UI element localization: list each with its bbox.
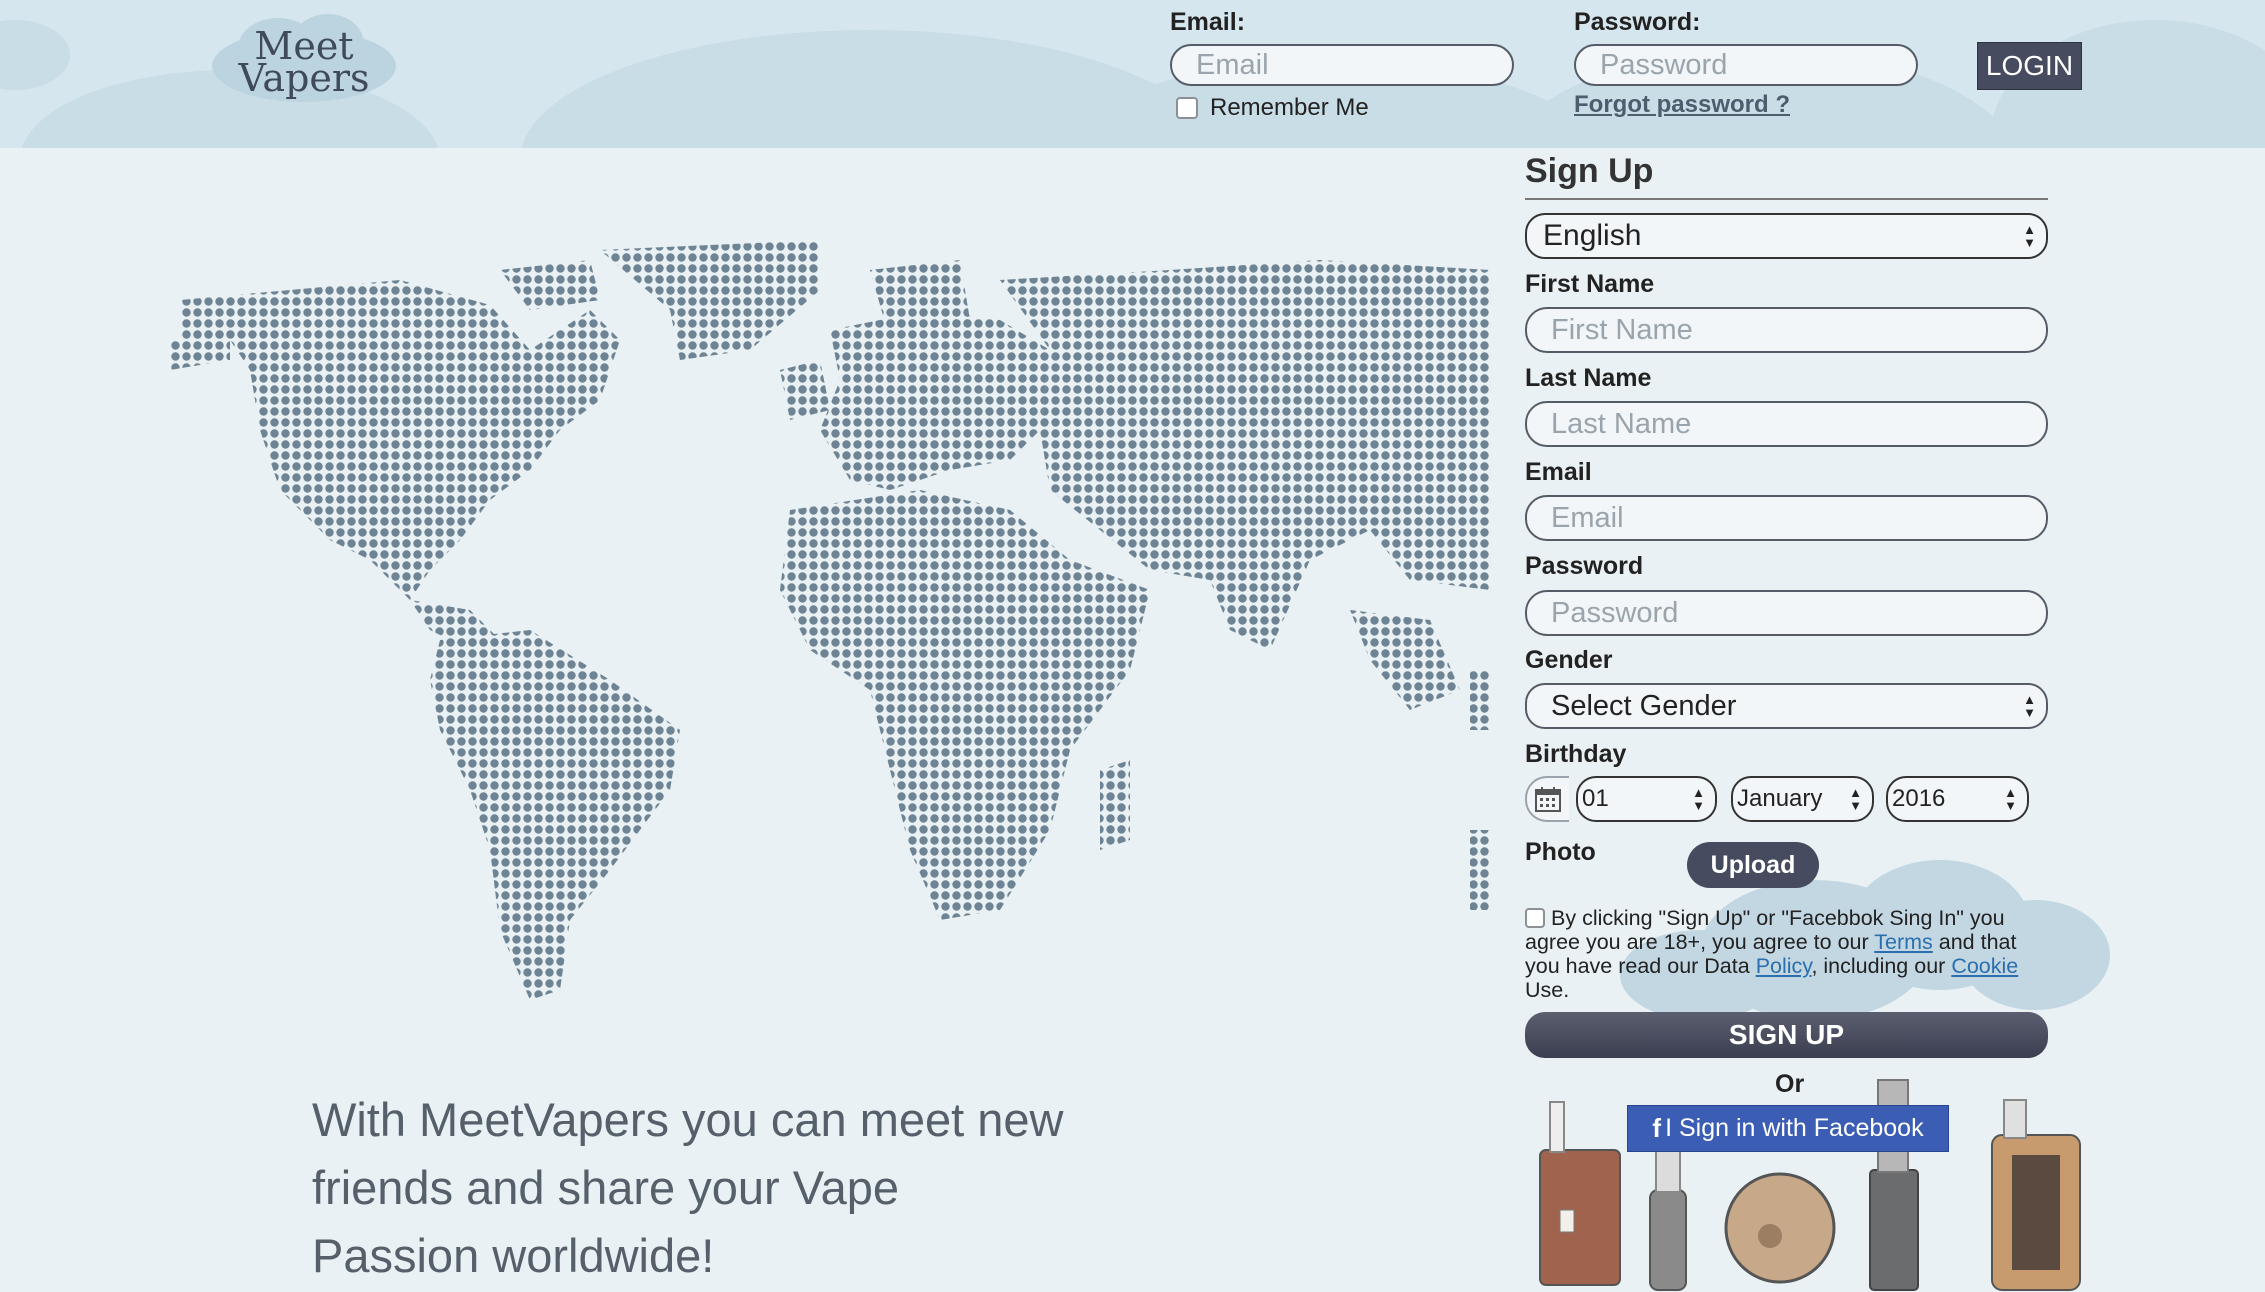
birthday-day-value: 01: [1582, 785, 1609, 812]
birthday-day-select[interactable]: 01 ▲ ▼: [1576, 776, 1717, 822]
terms-text-part: Use.: [1525, 978, 1570, 1002]
map-north-america: [180, 280, 620, 600]
login-email-input[interactable]: [1170, 44, 1514, 86]
upload-photo-button[interactable]: Upload: [1687, 842, 1819, 888]
logo[interactable]: Meet Vapers: [208, 10, 400, 106]
photo-label: Photo: [1525, 838, 1596, 866]
login-button[interactable]: LOGIN: [1977, 42, 2082, 90]
birthday-month-value: January: [1737, 785, 1823, 812]
terms-text: By clicking "Sign Up" or "Facebbok Sing …: [1525, 906, 2055, 1002]
remember-me-checkbox[interactable]: [1176, 97, 1198, 119]
calendar-button[interactable]: [1525, 776, 1569, 822]
map-europe: [820, 310, 1050, 490]
first-name-input[interactable]: [1525, 307, 2048, 353]
gender-select[interactable]: Select Gender ▲ ▼: [1525, 683, 2048, 729]
select-arrows-icon: ▲ ▼: [1849, 785, 1862, 813]
map-madagascar: [1100, 760, 1130, 850]
password-input[interactable]: [1525, 590, 2048, 636]
map-canada-islands: [500, 260, 600, 310]
select-arrows-icon: ▲ ▼: [2004, 785, 2017, 813]
cookie-link[interactable]: Cookie: [1951, 954, 2018, 978]
email-input[interactable]: [1525, 495, 2048, 541]
select-arrows-icon: ▲ ▼: [1692, 785, 1705, 813]
map-southeast-asia: [1350, 610, 1460, 710]
map-south-america: [430, 630, 680, 1000]
map-alaska-tip: [170, 330, 230, 370]
login-email-label: Email:: [1170, 8, 1246, 36]
terms-text-part: By clicking "Sign Up" or "Facebbok Sing …: [1525, 906, 2005, 954]
logo-line-2: Vapers: [238, 56, 370, 100]
map-uk: [780, 360, 830, 420]
language-select-value: English: [1543, 219, 1642, 252]
password-label: Password: [1525, 552, 1644, 580]
birthday-month-select[interactable]: January ▲ ▼: [1731, 776, 1874, 822]
remember-me[interactable]: Remember Me: [1176, 94, 1369, 122]
gender-select-value: Select Gender: [1551, 689, 1737, 722]
vape-devices-illustration: [1539, 1079, 2081, 1291]
select-arrows-icon: ▲ ▼: [2023, 222, 2036, 250]
signup-title: Sign Up: [1525, 152, 1654, 190]
policy-link[interactable]: Policy: [1756, 954, 1812, 978]
gender-label: Gender: [1525, 646, 1613, 674]
map-australia-edge: [1470, 830, 1490, 910]
map-greenland: [600, 240, 820, 360]
signup-divider: [1525, 198, 2048, 200]
birthday-label: Birthday: [1525, 740, 1627, 768]
forgot-password-link[interactable]: Forgot password ?: [1574, 91, 1790, 119]
tagline: With MeetVapers you can meet new friends…: [312, 1093, 1064, 1282]
language-select[interactable]: English ▲ ▼: [1525, 213, 2048, 259]
last-name-input[interactable]: [1525, 401, 2048, 447]
map-indonesia: [1470, 670, 1490, 730]
logo-text: Meet Vapers: [208, 27, 400, 100]
facebook-icon: f: [1652, 1113, 1662, 1143]
facebook-signin-label: I Sign in with Facebook: [1665, 1114, 1924, 1142]
first-name-label: First Name: [1525, 270, 1655, 298]
facebook-signin-button[interactable]: f I Sign in with Facebook: [1627, 1105, 1949, 1152]
terms-link[interactable]: Terms: [1874, 930, 1933, 954]
select-arrows-icon: ▲ ▼: [2023, 692, 2036, 720]
remember-me-label: Remember Me: [1210, 94, 1369, 121]
login-password-label: Password:: [1574, 8, 1701, 36]
map-africa: [780, 490, 1150, 920]
world-map: [170, 240, 1490, 1000]
sign-up-button[interactable]: SIGN UP: [1525, 1012, 2048, 1058]
birthday-year-value: 2016: [1892, 785, 1946, 812]
email-label: Email: [1525, 458, 1592, 486]
birthday-year-select[interactable]: 2016 ▲ ▼: [1886, 776, 2029, 822]
last-name-label: Last Name: [1525, 364, 1652, 392]
login-password-input[interactable]: [1574, 44, 1918, 86]
terms-checkbox[interactable]: [1525, 908, 1545, 928]
calendar-icon: [1535, 787, 1561, 812]
terms-text-part: , including our: [1811, 954, 1946, 978]
